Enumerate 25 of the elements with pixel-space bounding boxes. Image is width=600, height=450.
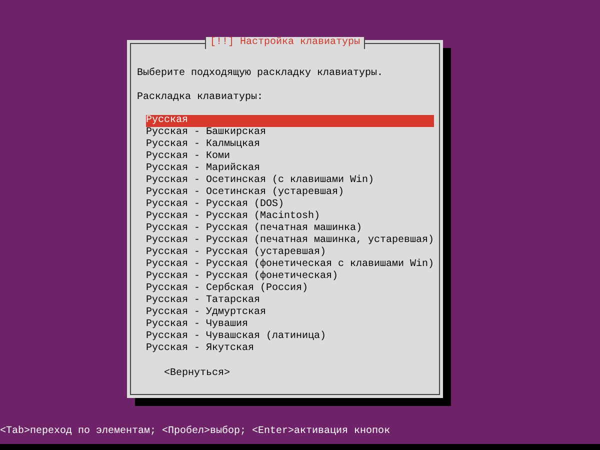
status-text: <Tab>переход по элементам; <Пробел>выбор; <Enter>активация кнопок (0, 426, 390, 438)
layout-option[interactable]: Русская - Русская (печатная машинка) (146, 223, 362, 235)
layout-option[interactable]: Русская - Чувашская (латиница) (146, 331, 326, 343)
dialog-title: [!!] Настройка клавиатуры (204, 37, 366, 49)
layout-option[interactable]: Русская - Коми (146, 151, 230, 163)
layout-option[interactable]: Русская - Русская (фонетическая с клавишами Win) (146, 259, 434, 271)
layout-option[interactable]: Русская - Русская (DOS) (146, 199, 284, 211)
layout-option[interactable]: Русская - Чувашия (146, 319, 248, 331)
layout-option[interactable]: Русская - Марийская (146, 163, 260, 175)
layout-option[interactable]: Русская - Осетинская (с клавишами Win) (146, 175, 374, 187)
layout-option[interactable]: Русская - Русская (фонетическая) (146, 271, 338, 283)
layout-option[interactable]: Русская - Калмыцкая (146, 139, 260, 151)
layout-option[interactable]: Русская - Удмуртская (146, 307, 266, 319)
list-label: Раскладка клавиатуры: (137, 92, 264, 104)
layout-option[interactable]: Русская - Татарская (146, 295, 260, 307)
layout-option[interactable]: Русская - Сербская (Россия) (146, 283, 308, 295)
layout-option[interactable]: Русская - Якутская (146, 343, 254, 355)
back-button[interactable]: <Вернуться> (164, 368, 230, 380)
layout-option[interactable]: Русская - Башкирская (146, 127, 266, 139)
layout-option[interactable]: Русская - Русская (устаревшая) (146, 247, 326, 259)
prompt-text: Выберите подходящую раскладку клавиатуры. (137, 68, 384, 80)
layout-option[interactable]: Русская - Осетинская (устаревшая) (146, 187, 344, 199)
layout-option[interactable]: Русская - Русская (Macintosh) (146, 211, 320, 223)
layout-option[interactable]: Русская (146, 115, 434, 127)
layout-option[interactable]: Русская - Русская (печатная машинка, устаревшая) (146, 235, 434, 247)
